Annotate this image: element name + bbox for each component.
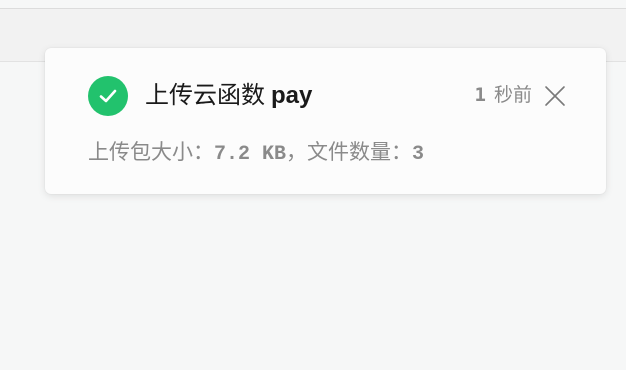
size-label: 上传包大小： bbox=[88, 140, 214, 164]
close-icon[interactable] bbox=[544, 85, 566, 107]
notification-timestamp: 1 秒前 bbox=[475, 81, 532, 109]
count-value: 3 bbox=[412, 143, 425, 166]
check-circle-icon bbox=[88, 76, 128, 116]
close-button[interactable] bbox=[544, 85, 566, 107]
count-label: 文件数量： bbox=[307, 140, 413, 164]
size-value: 7.2 KB bbox=[214, 143, 287, 166]
notification-title: 上传云函数 pay bbox=[145, 78, 312, 113]
function-name: pay bbox=[271, 82, 313, 109]
title-prefix: 上传云函数 bbox=[145, 81, 265, 109]
timestamp-unit: 秒前 bbox=[493, 84, 532, 106]
notification-detail: 上传包大小：7.2 KB，文件数量：3 bbox=[88, 137, 424, 170]
timestamp-value: 1 bbox=[474, 84, 486, 106]
detail-separator: ， bbox=[286, 140, 308, 164]
notification-toast: 上传云函数 pay 1 秒前 上传包大小：7.2 KB，文件数量：3 bbox=[45, 48, 606, 194]
